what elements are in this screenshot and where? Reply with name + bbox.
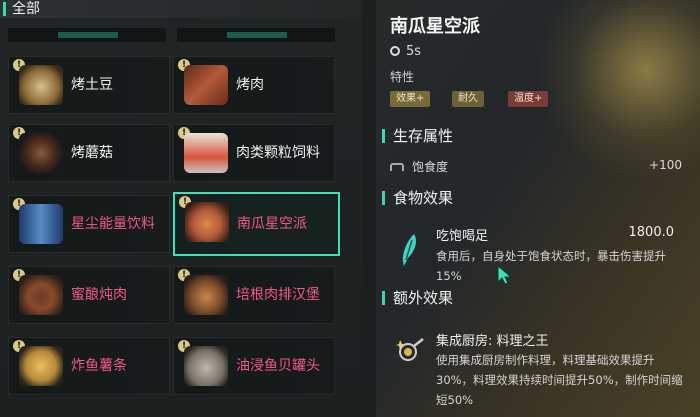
category-label: 全部 — [12, 1, 40, 17]
survival-title-text: 生存属性 — [393, 127, 454, 145]
item-slot[interactable]: ! 肉类颗粒饲料 — [173, 124, 335, 182]
trait-tag: 效果+ — [390, 91, 431, 107]
stew-icon — [19, 275, 63, 315]
trait-tag: 耐久 — [452, 91, 484, 107]
can-icon — [19, 204, 63, 244]
trait-tag: 温度+ — [508, 91, 549, 107]
potato-icon — [19, 65, 63, 105]
food-effect-name: 吃饱喝足 — [436, 229, 489, 244]
burger-icon — [184, 275, 228, 315]
meat-icon — [184, 65, 228, 105]
food-effect-desc: 食用后，自身处于饱食状态时，暴击伤害提升15% — [436, 249, 666, 283]
item-name: 烤肉 — [236, 77, 264, 93]
traits-label: 特性 — [390, 70, 415, 84]
item-slot[interactable]: ! 烤蘑菇 — [8, 124, 170, 182]
satiety-label: 饱食度 — [412, 160, 449, 174]
item-detail-panel: 南瓜星空派 5s 特性 效果+ 耐久 温度+ 生存属性 饱食度 +100 食物效… — [376, 0, 700, 417]
item-name: 星尘能量饮料 — [71, 216, 155, 232]
item-name: 炸鱼薯条 — [71, 358, 127, 374]
item-name: 培根肉排汉堡 — [236, 287, 320, 303]
food-effect-section-title: 食物效果 — [382, 187, 453, 209]
item-slot[interactable]: ! 烤肉 — [173, 56, 335, 114]
satiety-row: 饱食度 +100 — [390, 158, 690, 176]
cook-time: 5s — [390, 44, 421, 59]
cook-time-value: 5s — [406, 44, 422, 59]
item-slot[interactable]: ! 烤土豆 — [8, 56, 170, 114]
extra-effect-desc: 使用集成厨房制作料理，料理基础效果提升30%，料理效果持续时间提升50%，制作时… — [436, 353, 683, 407]
pie-icon — [185, 202, 229, 242]
partial-item-slot[interactable] — [177, 28, 335, 42]
feather-icon — [402, 234, 416, 266]
frying-pan-icon — [396, 338, 424, 361]
item-name: 油浸鱼贝罐头 — [236, 358, 320, 374]
item-title: 南瓜星空派 — [390, 16, 480, 37]
food-effect-title-text: 食物效果 — [393, 189, 454, 207]
survival-section-title: 生存属性 — [382, 125, 453, 147]
item-name: 肉类颗粒饲料 — [236, 145, 320, 161]
item-name: 烤土豆 — [71, 77, 113, 93]
item-slot[interactable]: ! 油浸鱼贝罐头 — [173, 337, 335, 395]
item-slot[interactable]: ! 炸鱼薯条 — [8, 337, 170, 395]
item-name: 南瓜星空派 — [237, 216, 307, 232]
skewer-icon — [19, 133, 63, 173]
mouse-cursor-icon — [497, 264, 513, 285]
bag-icon — [184, 133, 228, 173]
satiety-icon — [390, 163, 404, 171]
tin-icon — [184, 346, 228, 386]
partial-item-slot[interactable] — [8, 28, 166, 42]
category-header[interactable]: 全部 — [0, 0, 362, 18]
item-slot[interactable]: ! 南瓜星空派 — [173, 192, 340, 256]
satiety-value: +100 — [649, 158, 682, 172]
item-name: 烤蘑菇 — [71, 145, 113, 161]
extra-effect-title-text: 额外效果 — [393, 289, 454, 307]
item-slot[interactable]: ! 星尘能量饮料 — [8, 195, 170, 253]
item-list-panel: 全部 ! 烤土豆! 烤肉! 烤蘑菇! 肉类颗粒饲料! 星尘能量饮料! 南瓜星空派! 蜜酿炖肉!… — [0, 0, 362, 417]
item-name: 蜜酿炖肉 — [71, 287, 127, 303]
extra-effect-section-title: 额外效果 — [382, 287, 453, 309]
fries-icon — [19, 346, 63, 386]
item-slot[interactable]: ! 培根肉排汉堡 — [173, 266, 335, 324]
category-accent-bar — [3, 2, 6, 16]
item-slot[interactable]: ! 蜜酿炖肉 — [8, 266, 170, 324]
food-effect-value: 1800.0 — [628, 225, 675, 240]
extra-effect-name: 集成厨房: 料理之王 — [436, 334, 549, 349]
timer-icon — [390, 46, 400, 56]
